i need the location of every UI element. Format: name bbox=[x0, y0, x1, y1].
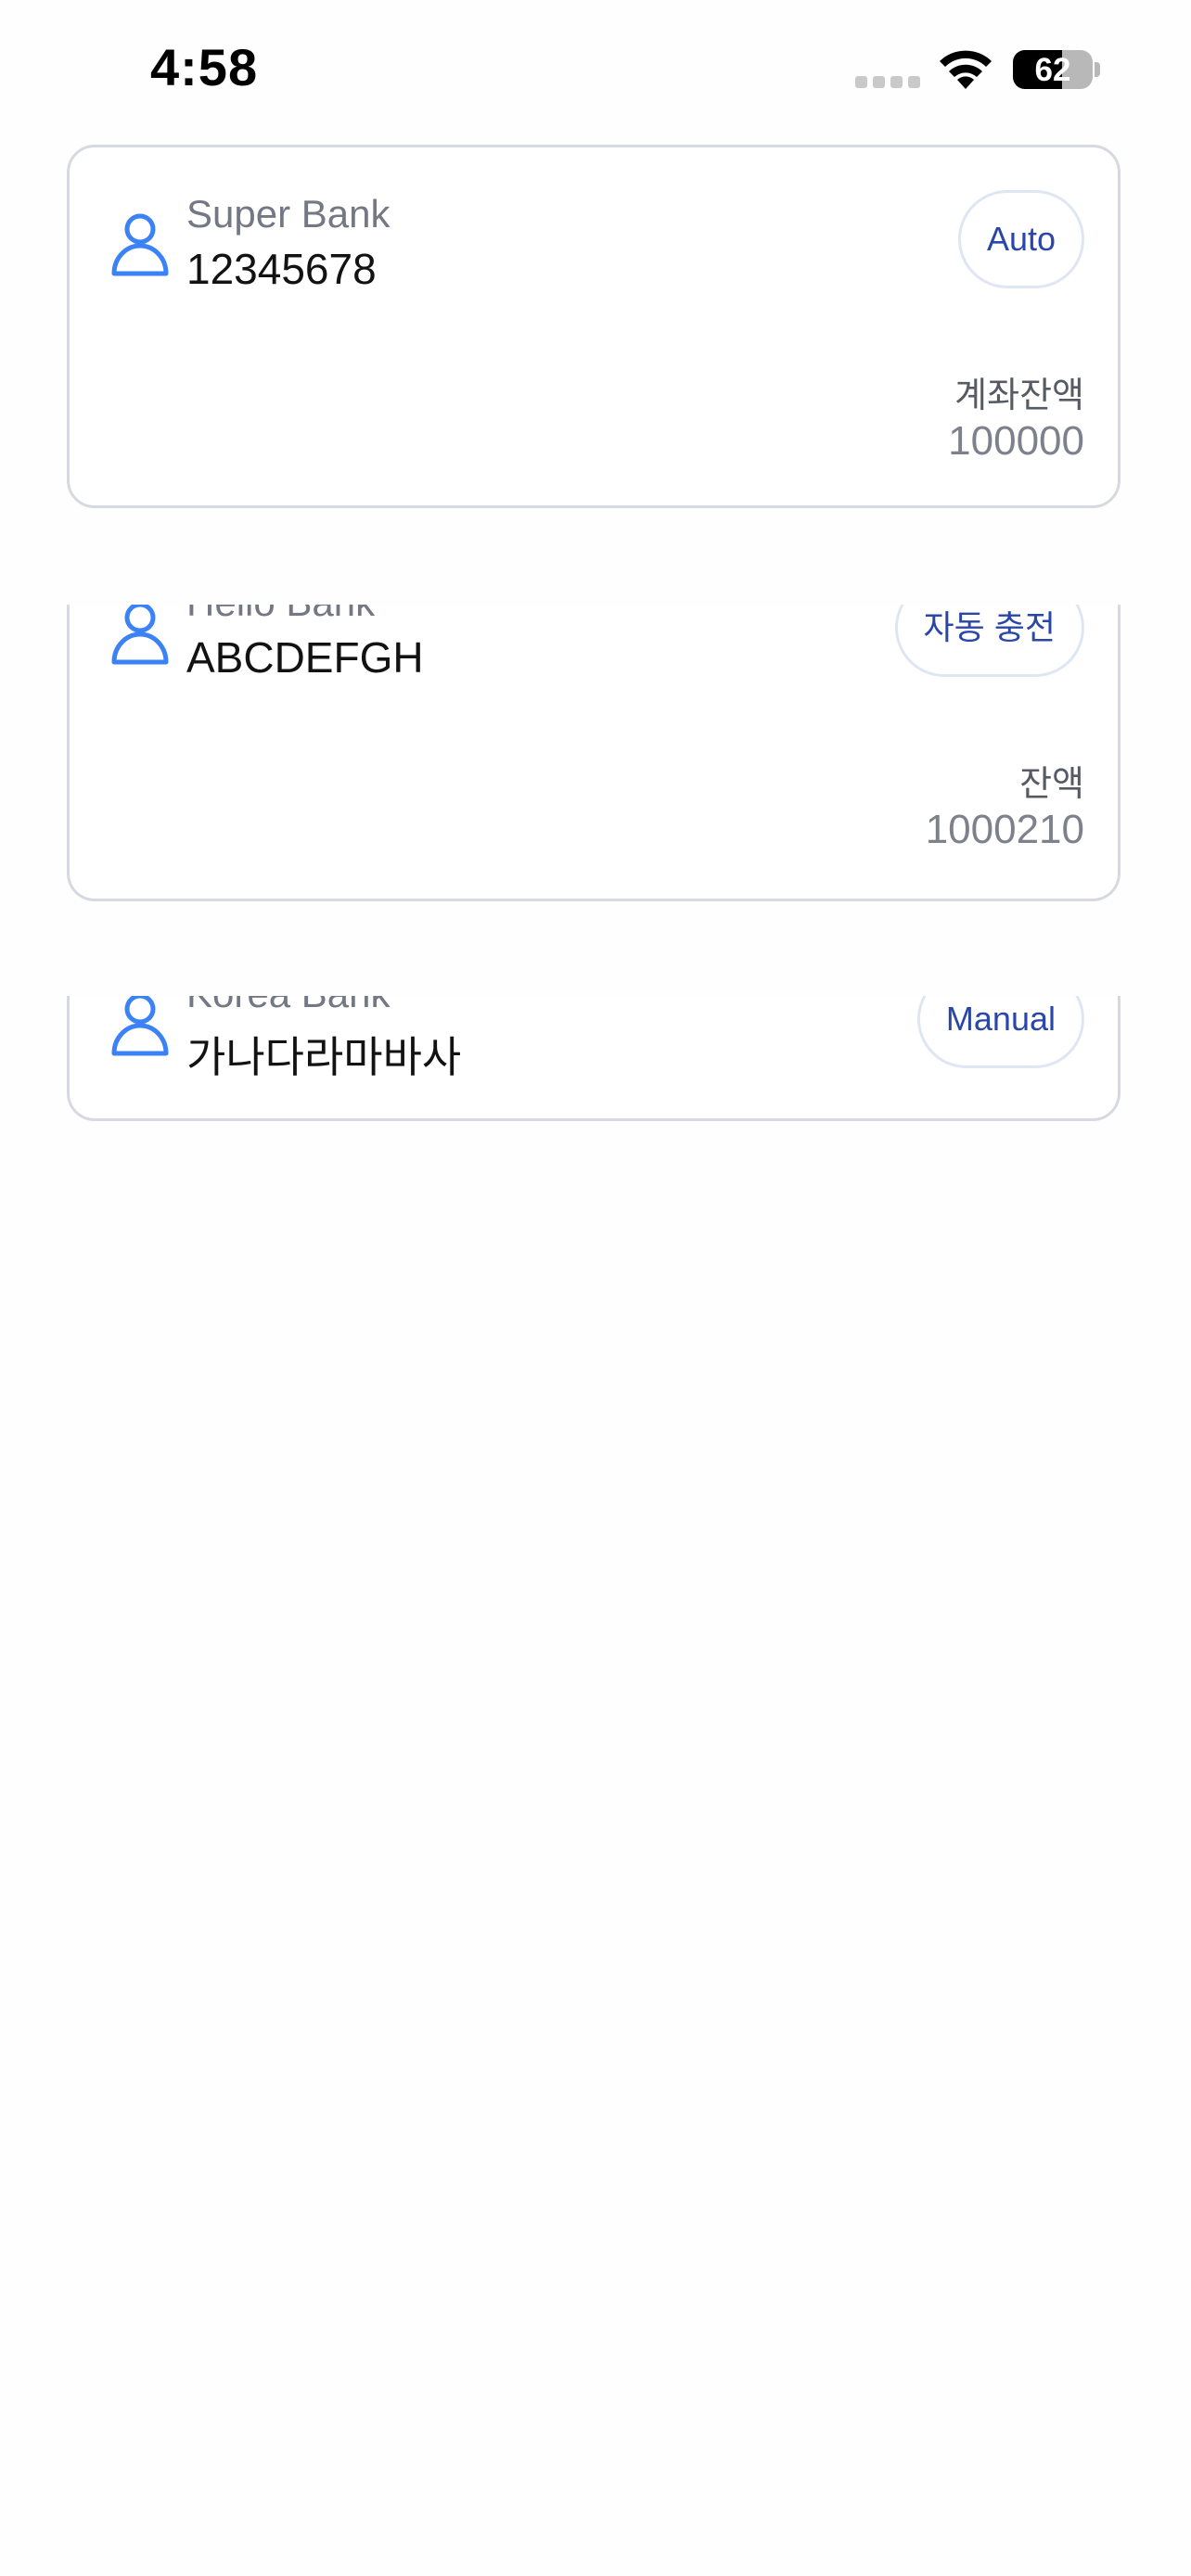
user-icon bbox=[111, 996, 169, 1056]
status-time: 4:58 bbox=[150, 38, 259, 96]
charge-mode-button[interactable]: 자동 충전 bbox=[894, 605, 1084, 677]
wifi-icon bbox=[940, 50, 992, 89]
battery-level: 62 bbox=[1034, 52, 1071, 88]
account-card[interactable]: Super Bank 12345678 Auto 계좌잔액 100000 bbox=[67, 145, 1121, 508]
status-bar: 4:58 62 bbox=[0, 0, 1191, 139]
account-card[interactable]: Hello Bank ABCDEFGH 자동 충전 잔액 1000210 bbox=[67, 605, 1121, 901]
battery-icon: 62 bbox=[1013, 50, 1093, 89]
cellular-signal-icon bbox=[855, 76, 920, 88]
battery-tip bbox=[1095, 62, 1100, 77]
bank-name: Korea Bank bbox=[186, 996, 390, 1016]
account-number: ABCDEFGH bbox=[186, 633, 424, 682]
balance-label: 잔액 bbox=[1019, 765, 1084, 804]
account-number: 12345678 bbox=[186, 245, 377, 293]
bank-name: Hello Bank bbox=[186, 605, 375, 625]
balance-label: 계좌잔액 bbox=[954, 376, 1084, 415]
balance-value: 100000 bbox=[948, 418, 1084, 464]
account-card[interactable]: Korea Bank 가나다라마바사 Manual bbox=[67, 996, 1121, 1121]
charge-mode-button[interactable]: Auto bbox=[957, 190, 1084, 288]
charge-mode-button[interactable]: Manual bbox=[916, 996, 1084, 1068]
user-icon bbox=[111, 605, 169, 665]
balance-value: 1000210 bbox=[925, 807, 1084, 852]
user-icon bbox=[111, 213, 169, 276]
bank-name: Super Bank bbox=[186, 192, 391, 236]
account-number: 가나다라마바사 bbox=[186, 1033, 462, 1081]
